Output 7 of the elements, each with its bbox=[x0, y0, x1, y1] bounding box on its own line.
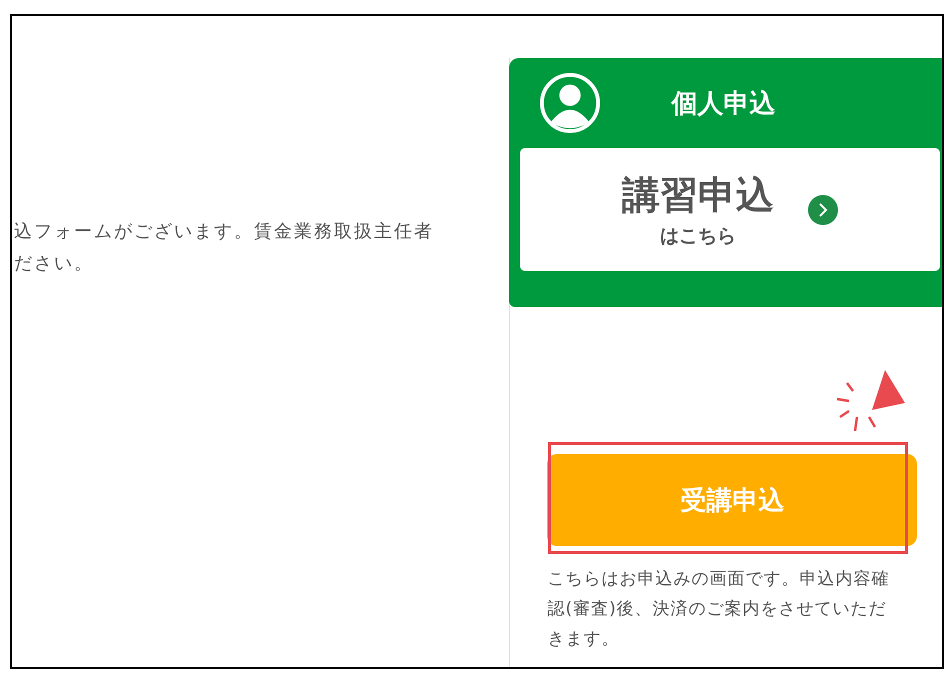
note-text: こちらはお申込みの画面です。申込内容確認(審査)後、決済のご案内をさせていただきます。 bbox=[547, 568, 890, 651]
person-icon bbox=[539, 72, 602, 134]
course-application-link[interactable]: 講習申込 はこちら bbox=[520, 148, 940, 271]
chevron-right-icon bbox=[808, 194, 838, 224]
card-title: 個人申込 bbox=[671, 88, 776, 120]
intro-text: 込フォームがございます。賃金業務取扱主任者 bbox=[13, 220, 435, 244]
intro-text: ださい。 bbox=[13, 252, 95, 276]
